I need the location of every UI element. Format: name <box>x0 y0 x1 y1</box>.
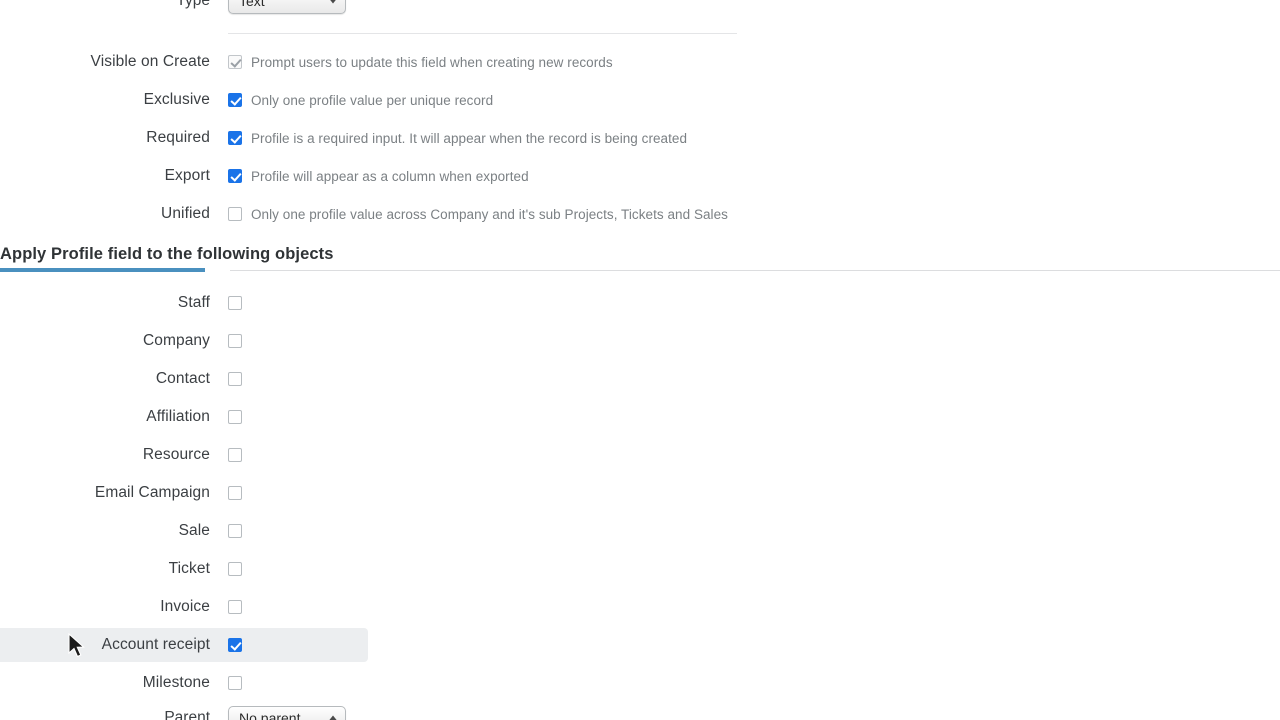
chevron-up-icon <box>329 715 337 720</box>
option-description: Prompt users to update this field when c… <box>251 54 613 70</box>
option-description: Profile will appear as a column when exp… <box>251 168 529 184</box>
object-row[interactable]: Company <box>0 324 368 358</box>
object-label: Milestone <box>142 674 210 691</box>
object-row[interactable]: Contact <box>0 362 368 396</box>
parent-select-value: No parent <box>239 710 301 720</box>
option-checkbox[interactable] <box>228 207 242 221</box>
object-checkbox[interactable] <box>228 562 242 576</box>
object-label: Resource <box>142 446 210 463</box>
parent-field-control: No parent <box>210 705 346 720</box>
parent-select[interactable]: No parent <box>228 705 346 720</box>
chevron-down-icon <box>329 0 337 4</box>
top-divider <box>228 33 737 34</box>
object-label: Company <box>142 332 210 349</box>
object-checkbox-wrap <box>210 638 242 652</box>
option-label: Export <box>164 167 210 184</box>
option-control: Only one profile value per unique record <box>210 93 493 108</box>
object-checkbox-wrap <box>210 448 242 462</box>
object-row[interactable]: Sale <box>0 514 368 548</box>
option-control: Profile is a required input. It will app… <box>210 131 687 146</box>
object-checkbox-wrap <box>210 334 242 348</box>
object-checkbox-wrap <box>210 410 242 424</box>
field-settings-page: Type Text Visible on Create Prompt users … <box>0 0 1280 720</box>
option-row: Export Profile will appear as a column wh… <box>0 157 1280 195</box>
object-label: Email Campaign <box>94 484 210 501</box>
option-label: Unified <box>161 205 210 222</box>
object-checkbox-wrap <box>210 524 242 538</box>
object-row[interactable]: Staff <box>0 286 368 320</box>
section-accent-underline <box>0 268 205 272</box>
option-row: Exclusive Only one profile value per uniq… <box>0 81 1280 119</box>
object-row[interactable]: Milestone <box>0 666 368 700</box>
object-checkbox-wrap <box>210 296 242 310</box>
object-label: Invoice <box>160 598 210 615</box>
object-checkbox-wrap <box>210 486 242 500</box>
option-row: Required Profile is a required input. It … <box>0 119 1280 157</box>
option-label: Required <box>146 129 210 146</box>
section-divider <box>230 270 1280 271</box>
object-row[interactable]: Invoice <box>0 590 368 624</box>
object-checkbox[interactable] <box>228 486 242 500</box>
object-label: Ticket <box>168 560 210 577</box>
option-checkbox[interactable] <box>228 93 242 107</box>
parent-field-row: Parent No parent <box>0 703 600 720</box>
option-description: Only one profile value per unique record <box>251 92 494 108</box>
option-control: Only one profile value across Company an… <box>210 207 728 222</box>
type-field-row: Type Text <box>0 0 600 16</box>
option-description: Only one profile value across Company an… <box>251 206 728 222</box>
type-select[interactable]: Text <box>228 0 346 14</box>
object-label: Account receipt <box>101 636 210 653</box>
object-checkbox[interactable] <box>228 676 242 690</box>
option-checkbox <box>228 55 242 69</box>
object-row[interactable]: Affiliation <box>0 400 368 434</box>
object-checkbox[interactable] <box>228 600 242 614</box>
type-field-control: Text <box>210 0 346 14</box>
option-row: Visible on Create Prompt users to update … <box>0 43 1280 81</box>
object-label: Affiliation <box>146 408 210 425</box>
object-checkbox[interactable] <box>228 638 242 652</box>
object-checkbox[interactable] <box>228 524 242 538</box>
section-title: Apply Profile field to the following obj… <box>0 245 334 263</box>
object-label: Contact <box>155 370 210 387</box>
object-checkbox[interactable] <box>228 448 242 462</box>
option-control: Prompt users to update this field when c… <box>210 55 613 70</box>
object-row[interactable]: Resource <box>0 438 368 472</box>
type-select-value: Text <box>239 0 265 9</box>
object-checkbox-wrap <box>210 562 242 576</box>
object-label: Sale <box>178 522 210 539</box>
object-checkbox-wrap <box>210 676 242 690</box>
object-checkbox-wrap <box>210 372 242 386</box>
option-checkbox[interactable] <box>228 169 242 183</box>
option-control: Profile will appear as a column when exp… <box>210 169 529 184</box>
object-checkbox-wrap <box>210 600 242 614</box>
object-checkbox[interactable] <box>228 410 242 424</box>
object-row[interactable]: Email Campaign <box>0 476 368 510</box>
object-checkbox[interactable] <box>228 372 242 386</box>
option-label: Visible on Create <box>90 53 210 70</box>
type-field-label: Type <box>176 0 210 9</box>
object-checkbox[interactable] <box>228 334 242 348</box>
option-description: Profile is a required input. It will app… <box>251 130 688 146</box>
object-checkbox[interactable] <box>228 296 242 310</box>
object-label: Staff <box>177 294 210 311</box>
option-checkbox[interactable] <box>228 131 242 145</box>
option-row: Unified Only one profile value across Com… <box>0 195 1280 233</box>
object-row[interactable]: Ticket <box>0 552 368 586</box>
parent-field-label: Parent <box>164 709 210 720</box>
object-row[interactable]: Account receipt <box>0 628 368 662</box>
option-label: Exclusive <box>143 91 210 108</box>
